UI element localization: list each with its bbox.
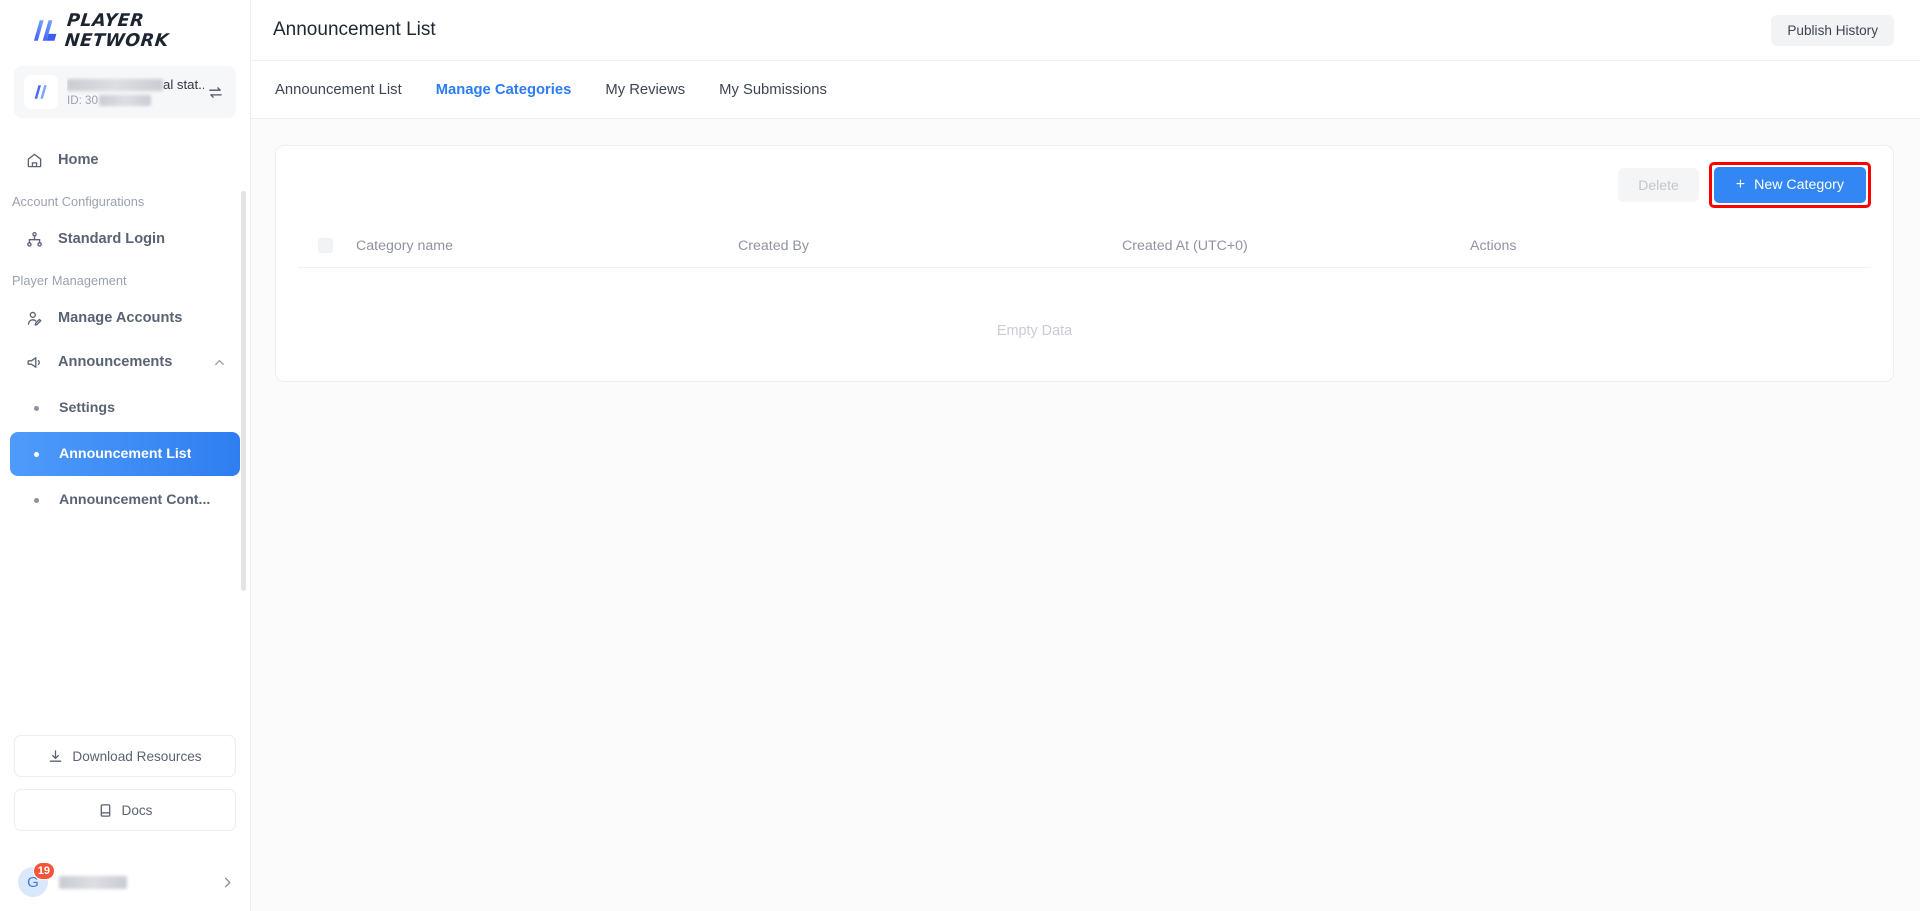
- select-all-checkbox[interactable]: [318, 238, 333, 253]
- app-root: PLAYER NETWORK al stat... ID: 30: [0, 0, 1920, 911]
- sidebar: PLAYER NETWORK al stat... ID: 30: [0, 0, 251, 911]
- new-category-label: New Category: [1754, 177, 1844, 193]
- empty-state-text: Empty Data: [997, 323, 1072, 339]
- account-avatar: [24, 75, 58, 109]
- brand-name: PLAYER NETWORK: [64, 11, 252, 51]
- swap-horizontal-icon[interactable]: [204, 85, 226, 100]
- redacted-user-name: [59, 876, 127, 889]
- select-all-cell: [298, 238, 356, 253]
- docs-label: Docs: [122, 803, 153, 818]
- categories-card: Delete + New Category Category name Crea…: [275, 145, 1894, 382]
- sidebar-item-label: Announcements: [58, 354, 172, 370]
- column-header-created-by: Created By: [738, 238, 1122, 254]
- column-header-created-at: Created At (UTC+0): [1122, 238, 1470, 254]
- main-area: Announcement List Publish History Announ…: [251, 0, 1920, 911]
- card-toolbar: Delete + New Category: [276, 146, 1893, 208]
- download-icon: [48, 749, 63, 764]
- brand-logo[interactable]: PLAYER NETWORK: [0, 0, 250, 61]
- tab-my-reviews[interactable]: My Reviews: [605, 82, 685, 98]
- download-resources-label: Download Resources: [72, 749, 201, 764]
- bullet-icon: [34, 452, 39, 457]
- sidebar-subitem-label: Settings: [59, 400, 115, 416]
- sidebar-subitem-label: Announcement List: [59, 446, 191, 462]
- docs-button[interactable]: Docs: [14, 789, 236, 831]
- new-category-button[interactable]: + New Category: [1714, 167, 1866, 203]
- tab-announcement-list[interactable]: Announcement List: [275, 82, 402, 98]
- bullet-icon: [34, 406, 39, 411]
- sidebar-subitem-settings[interactable]: Settings: [10, 386, 240, 430]
- topbar: Announcement List Publish History: [251, 0, 1920, 61]
- tab-bar: Announcement List Manage Categories My R…: [251, 61, 1920, 119]
- chevron-up-icon[interactable]: [213, 356, 226, 369]
- account-switcher[interactable]: al stat... ID: 30: [14, 66, 236, 118]
- empty-state: Empty Data: [276, 268, 1893, 394]
- player-network-logo-icon: [30, 20, 57, 41]
- account-id-prefix: ID: 30: [67, 94, 98, 107]
- sidebar-item-label: Home: [58, 152, 99, 168]
- account-id: ID: 30: [67, 93, 204, 108]
- account-name-suffix: al stat...: [163, 77, 204, 92]
- home-icon: [26, 152, 48, 169]
- user-edit-icon: [26, 310, 48, 327]
- page-title: Announcement List: [273, 19, 436, 41]
- user-profile-row[interactable]: G 19: [0, 853, 250, 911]
- account-name: al stat...: [67, 77, 204, 93]
- sidebar-subitem-announcement-content[interactable]: Announcement Cont...: [10, 478, 240, 522]
- avatar: G 19: [18, 867, 48, 897]
- sidebar-group-account-configurations: Account Configurations: [0, 182, 250, 217]
- player-network-small-logo-icon: [32, 85, 50, 99]
- publish-history-button[interactable]: Publish History: [1771, 15, 1894, 46]
- sidebar-item-label: Manage Accounts: [58, 310, 182, 326]
- sidebar-item-announcements[interactable]: Announcements: [10, 340, 240, 384]
- sidebar-scrollbar[interactable]: [241, 136, 246, 625]
- sidebar-item-standard-login[interactable]: Standard Login: [10, 217, 240, 261]
- column-header-actions: Actions: [1470, 238, 1849, 254]
- sidebar-item-home[interactable]: Home: [10, 138, 240, 182]
- sitemap-icon: [26, 231, 48, 248]
- sidebar-subitem-label: Announcement Cont...: [59, 492, 210, 508]
- sidebar-bottom: Download Resources Docs: [0, 735, 250, 853]
- account-texts: al stat... ID: 30: [67, 77, 204, 108]
- sidebar-item-manage-accounts[interactable]: Manage Accounts: [10, 296, 240, 340]
- sidebar-group-player-management: Player Management: [0, 261, 250, 296]
- megaphone-icon: [26, 354, 48, 371]
- sidebar-item-label: Standard Login: [58, 231, 165, 247]
- tab-my-submissions[interactable]: My Submissions: [719, 82, 827, 98]
- sidebar-scrollbar-thumb[interactable]: [241, 191, 246, 591]
- tab-manage-categories[interactable]: Manage Categories: [436, 82, 572, 98]
- new-category-highlight: + New Category: [1709, 162, 1871, 208]
- delete-button[interactable]: Delete: [1618, 168, 1698, 202]
- chevron-right-icon[interactable]: [221, 876, 234, 889]
- book-icon: [98, 803, 113, 818]
- download-resources-button[interactable]: Download Resources: [14, 735, 236, 777]
- column-header-category-name: Category name: [356, 238, 738, 254]
- table-header-row: Category name Created By Created At (UTC…: [298, 224, 1871, 268]
- sidebar-subitem-announcement-list[interactable]: Announcement List: [10, 432, 240, 476]
- bullet-icon: [34, 498, 39, 503]
- sidebar-nav: Home Account Configurations Standard Log…: [0, 128, 250, 735]
- notification-badge: 19: [33, 862, 55, 880]
- redacted-account-id: [99, 95, 151, 106]
- redacted-account-name: [67, 79, 163, 91]
- plus-icon: +: [1736, 177, 1745, 193]
- content-area: Delete + New Category Category name Crea…: [251, 119, 1920, 911]
